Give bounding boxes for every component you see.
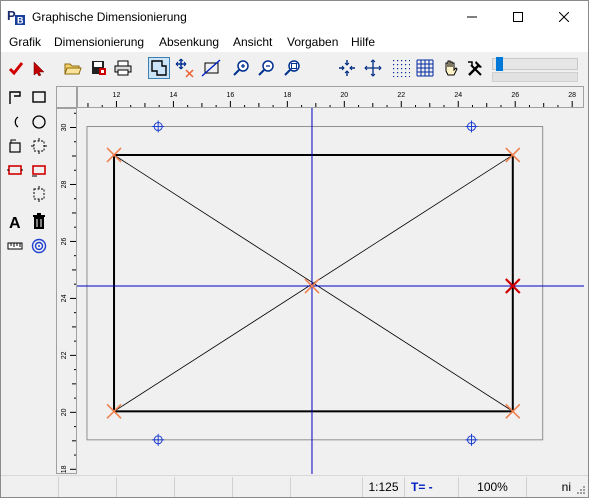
move-node-icon[interactable] <box>174 57 196 79</box>
target-icon[interactable] <box>29 236 49 256</box>
ruler-icon[interactable] <box>5 236 25 256</box>
menu-grafik[interactable]: Grafik <box>9 35 41 49</box>
maximize-icon <box>513 11 523 22</box>
blue-anchor-marker <box>465 120 478 133</box>
rectangle-tool-icon[interactable] <box>29 87 49 107</box>
svg-text:A: A <box>9 215 21 231</box>
status-t-label: T= - <box>405 477 459 497</box>
blue-anchor-marker <box>152 120 165 133</box>
drawing-canvas[interactable] <box>77 108 584 474</box>
app-window: P B Graphische Dimensionierung Grafik Di… <box>0 0 589 498</box>
pointer-icon[interactable] <box>28 57 50 79</box>
ruler-y-label: 30 <box>61 124 68 132</box>
ruler-corner <box>56 86 77 108</box>
zoom-fit-icon[interactable] <box>282 57 304 79</box>
open-folder-icon[interactable] <box>62 57 84 79</box>
circle-tool-icon[interactable] <box>29 112 49 132</box>
close-icon <box>559 11 569 22</box>
line-tool-icon[interactable] <box>200 57 222 79</box>
minimize-icon <box>467 16 477 17</box>
ruler-x-label: 20 <box>340 92 348 99</box>
zoom-slider-bar <box>492 72 578 82</box>
svg-text:P: P <box>7 8 16 23</box>
grid-dots-icon[interactable] <box>390 57 412 79</box>
ruler-x-label: 24 <box>454 92 462 99</box>
menu-hilfe[interactable]: Hilfe <box>351 35 375 49</box>
app-logo-icon: P B <box>7 7 25 26</box>
frame-tool-icon[interactable] <box>148 57 170 79</box>
selection-tool-icon[interactable] <box>29 136 49 156</box>
svg-text:B: B <box>17 16 24 26</box>
status-cell-empty-5 <box>233 477 291 497</box>
save-icon[interactable] <box>88 57 110 79</box>
zoom-out-icon[interactable] <box>256 57 278 79</box>
close-button[interactable] <box>541 1 587 32</box>
checkmark-icon[interactable] <box>5 57 27 79</box>
zoom-slider[interactable] <box>492 57 580 71</box>
ruler-x-label: 26 <box>511 92 519 99</box>
trash-icon[interactable] <box>29 212 49 232</box>
ruler-x-label: 14 <box>170 92 178 99</box>
grid-lines-icon[interactable] <box>414 57 436 79</box>
ruler-y-label: 18 <box>61 465 68 473</box>
status-cell-empty-3 <box>117 477 175 497</box>
zoom-slider-track <box>492 58 578 70</box>
blue-anchor-marker <box>152 433 165 446</box>
ruler-y-label: 28 <box>61 180 68 188</box>
tool-palette: A <box>1 84 53 474</box>
blue-anchor-marker <box>465 433 478 446</box>
status-bar: 1:125 T= - 100% ni <box>1 475 588 497</box>
ruler-y-label: 22 <box>61 351 68 359</box>
text-tool-icon[interactable]: A <box>5 212 25 232</box>
red-rect-tool-icon[interactable] <box>5 160 25 180</box>
title-bar: P B Graphische Dimensionierung <box>1 1 588 32</box>
status-scale: 1:125 <box>363 477 405 497</box>
menu-ansicht[interactable]: Ansicht <box>233 35 272 49</box>
hand-icon[interactable] <box>440 57 462 79</box>
ruler-y-label: 26 <box>61 237 68 245</box>
print-icon[interactable] <box>112 57 134 79</box>
resize-grip-icon[interactable] <box>576 485 586 495</box>
horizontal-ruler: 12 14 16 18 20 22 24 26 28 <box>77 86 584 108</box>
status-zoom: 100% <box>459 477 527 497</box>
ruler-y-label: 20 <box>61 408 68 416</box>
window-title: Graphische Dimensionierung <box>32 10 187 24</box>
snap-icon[interactable] <box>336 57 358 79</box>
tools-icon[interactable] <box>464 57 486 79</box>
zoom-slider-thumb[interactable] <box>496 57 503 71</box>
menu-vorgaben[interactable]: Vorgaben <box>287 35 338 49</box>
ruler-x-label: 12 <box>113 92 121 99</box>
vertical-ruler: 30 28 26 24 22 20 18 <box>56 108 77 474</box>
status-cell-empty-1 <box>1 477 59 497</box>
ruler-x-label: 28 <box>568 92 576 99</box>
menu-absenkung[interactable]: Absenkung <box>159 35 219 49</box>
minimize-button[interactable] <box>449 1 495 32</box>
status-cell-empty-6 <box>291 477 363 497</box>
ruler-x-label: 18 <box>283 92 291 99</box>
ruler-x-label: 22 <box>397 92 405 99</box>
maximize-button[interactable] <box>495 1 541 32</box>
menu-dimensionierung[interactable]: Dimensionierung <box>54 35 144 49</box>
menu-bar: Grafik Dimensionierung Absenkung Ansicht… <box>1 32 588 52</box>
status-cell-empty-4 <box>175 477 233 497</box>
ruler-x-label: 16 <box>226 92 234 99</box>
dashed-rect-tool-icon[interactable] <box>29 184 49 204</box>
zoom-in-icon[interactable] <box>231 57 253 79</box>
red-rect-dashed-tool-icon[interactable] <box>29 160 49 180</box>
corner-tool-icon[interactable] <box>5 87 25 107</box>
arc-tool-icon[interactable] <box>5 112 25 132</box>
pan-icon[interactable] <box>362 57 384 79</box>
ruler-y-label: 24 <box>61 294 68 302</box>
rotate-tool-icon[interactable] <box>5 136 25 156</box>
status-cell-empty-2 <box>59 477 117 497</box>
